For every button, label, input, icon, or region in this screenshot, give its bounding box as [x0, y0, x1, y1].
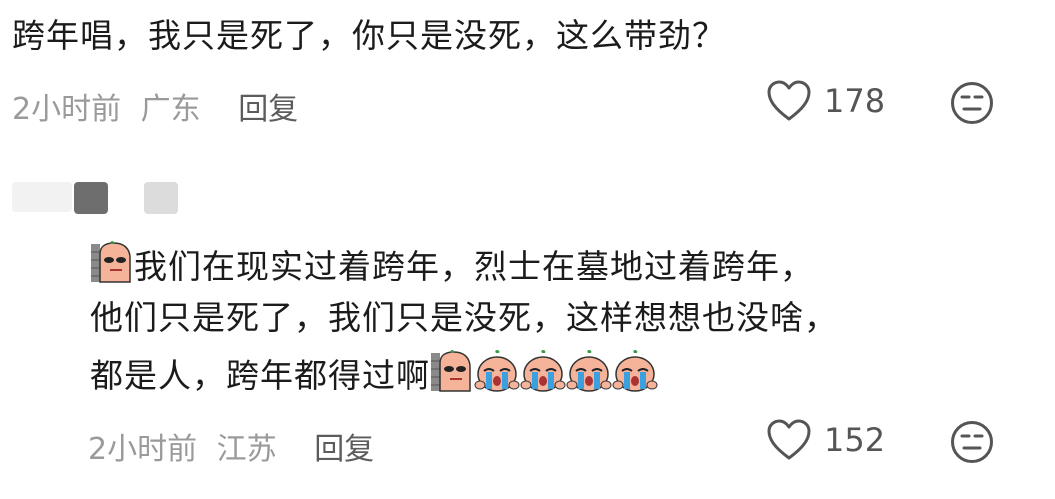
crying-face-sticker — [566, 349, 612, 404]
comment-2-meta: 2小时前 江苏 回复 — [88, 424, 374, 468]
heart-icon — [766, 419, 812, 461]
crying-face-sticker — [612, 349, 658, 404]
comment-2-react-button[interactable] — [950, 420, 994, 464]
comment-2-location: 江苏 — [216, 432, 277, 467]
comment-2-line-1-text: 我们在现实过着跨年，烈士在墓地过着跨年， — [134, 247, 814, 286]
comment-1-like-button[interactable]: 178 — [766, 80, 885, 122]
peeking-wall-sticker — [90, 240, 134, 295]
crying-face-sticker — [520, 349, 566, 404]
comment-1-reply-button[interactable]: 回复 — [238, 92, 298, 127]
heart-icon — [766, 80, 812, 122]
comment-2-reply-button[interactable]: 回复 — [314, 432, 374, 467]
comment-1-location: 广东 — [140, 92, 201, 127]
comment-2-line-2: 他们只是死了，我们只是没死，这样想想也没啥， — [90, 298, 838, 337]
comment-2-time: 2小时前 — [88, 432, 198, 467]
comment-2-line-3-text: 都是人，跨年都得过啊 — [90, 356, 430, 395]
comment-1-react-button[interactable] — [950, 81, 994, 125]
neutral-face-icon — [950, 81, 994, 125]
comment-1-meta: 2小时前 广东 回复 — [12, 84, 298, 128]
username-redacted[interactable] — [74, 182, 108, 214]
comment-1-text: 跨年唱，我只是死了，你只是没死，这么带劲？ — [12, 16, 726, 55]
crying-face-sticker — [474, 349, 520, 404]
comment-2-like-button[interactable]: 152 — [766, 419, 885, 461]
comment-2-line-3: 都是人，跨年都得过啊 — [90, 349, 658, 404]
comment-2-like-count: 152 — [824, 421, 886, 459]
neutral-face-icon — [950, 420, 994, 464]
comment-1-like-count: 178 — [824, 82, 886, 120]
username-redacted-2 — [144, 182, 178, 214]
comment-1-time: 2小时前 — [12, 92, 122, 127]
comment-2-line-1: 我们在现实过着跨年，烈士在墓地过着跨年， — [90, 240, 814, 295]
avatar[interactable] — [12, 182, 72, 212]
peeking-wall-sticker — [430, 349, 474, 404]
